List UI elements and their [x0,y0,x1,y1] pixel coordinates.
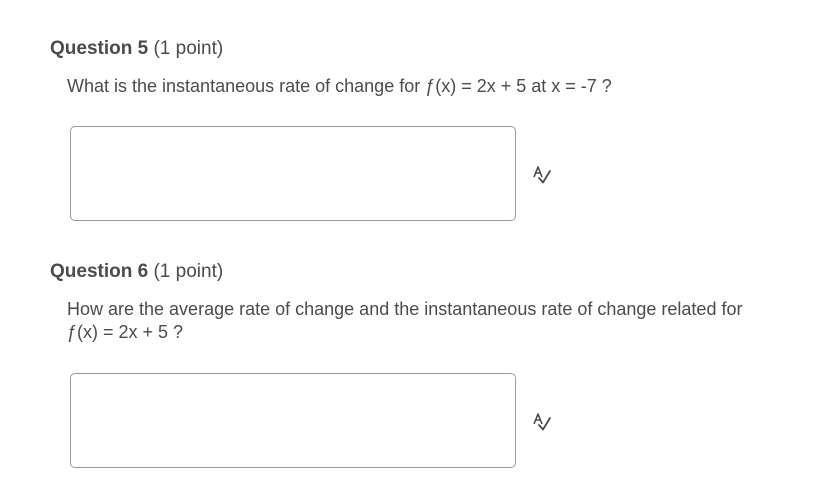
question-number: Question 5 [50,38,149,59]
question-points: (1 point) [153,38,224,59]
question-6-text-line-1: How are the average rate of change and t… [67,299,743,319]
question-6-text-line-2: ƒ(x) = 2x + 5 ? [67,322,184,342]
question-6-answer-field[interactable] [70,373,516,468]
question-6-heading: Question 6 (1 point) [50,260,223,284]
spellcheck-icon[interactable] [532,412,552,432]
question-5-heading: Question 5 (1 point) [50,37,223,61]
question-points: (1 point) [153,261,224,282]
question-number: Question 6 [50,261,149,282]
question-5-text: What is the instantaneous rate of change… [67,76,612,96]
question-5-answer-field[interactable] [70,126,516,221]
spellcheck-icon[interactable] [532,165,552,185]
question-6-text: How are the average rate of change and t… [67,298,797,344]
